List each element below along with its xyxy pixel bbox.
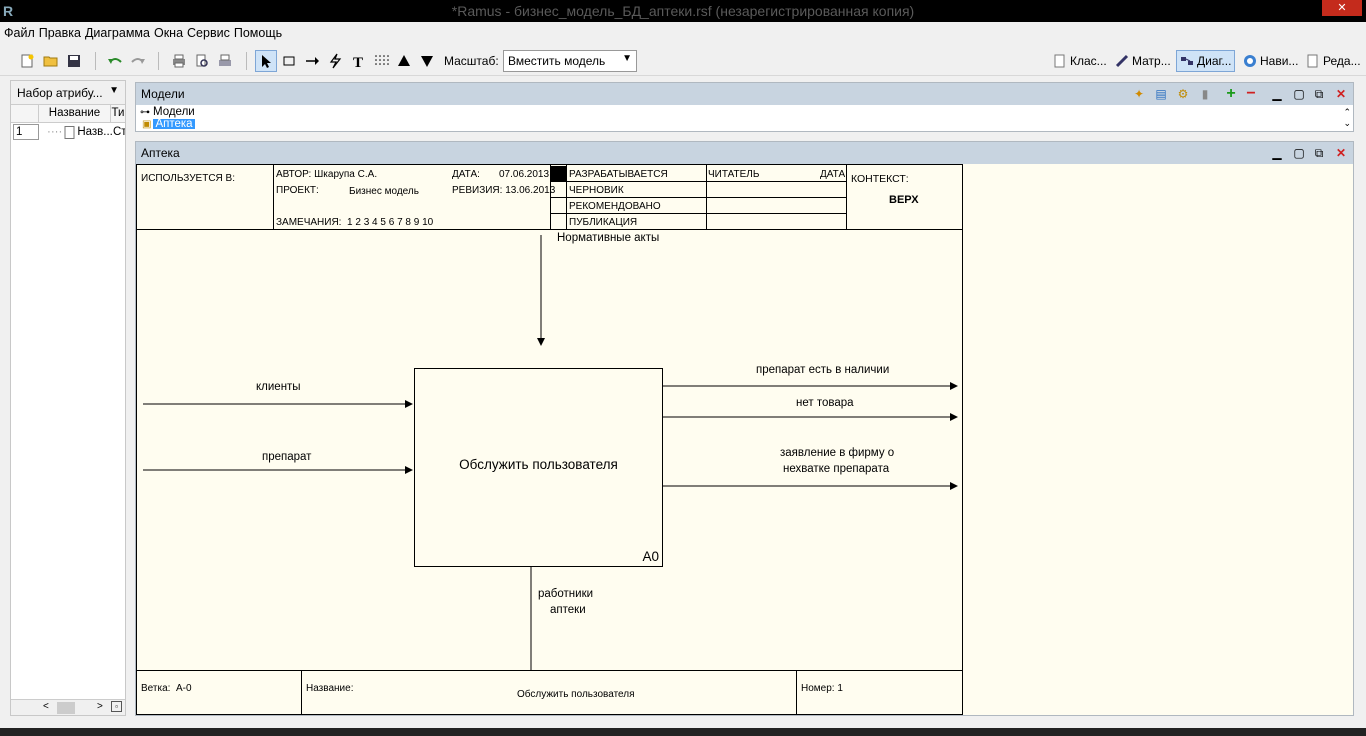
- redo-icon[interactable]: [127, 50, 149, 72]
- output-label-available[interactable]: препарат есть в наличии: [756, 364, 889, 376]
- control-label[interactable]: Нормативные акты: [557, 232, 659, 244]
- view-tab-navigator[interactable]: Нави...: [1240, 50, 1301, 72]
- minimize-icon[interactable]: ▁: [1269, 86, 1285, 102]
- chevron-down-icon: ▼: [109, 85, 119, 96]
- remove-minus-icon[interactable]: −: [1243, 86, 1259, 102]
- tree-root-icon: ⊶: [140, 106, 150, 118]
- view-tab-editor[interactable]: Реда...: [1303, 50, 1364, 72]
- attributes-table-header: Название Ти: [11, 105, 125, 123]
- function-box-a0[interactable]: Обслужить пользователя A0: [414, 368, 663, 567]
- chevron-left-icon[interactable]: <: [43, 701, 49, 712]
- diagram-window: Аптека ▁ ▢ ⧉ ✕ ИСПОЛЬЗУЕТСЯ В: АВТОР: Шк…: [135, 141, 1354, 716]
- models-panel: Модели ✦ ▤ ⚙ ▮ + − ▁ ▢ ⧉ ✕ ⊶ Модели ▣ Ап…: [135, 82, 1354, 132]
- open-folder-icon[interactable]: [40, 50, 62, 72]
- models-scrollbar[interactable]: ⌃ ⌄: [1343, 107, 1351, 129]
- model-folder-icon: ▣: [142, 119, 152, 129]
- delete-trash-icon[interactable]: ▮: [1197, 86, 1213, 102]
- navigator-icon: [1244, 55, 1256, 67]
- close-icon[interactable]: ✕: [1333, 145, 1349, 161]
- expand-icon[interactable]: ▫: [111, 701, 122, 712]
- go-down-level-icon[interactable]: [416, 50, 438, 72]
- input-label-clients[interactable]: клиенты: [256, 381, 301, 393]
- mechanism-label-line1[interactable]: работники: [538, 588, 593, 600]
- save-icon[interactable]: [63, 50, 85, 72]
- minimize-icon[interactable]: ▁: [1269, 145, 1285, 161]
- menu-windows[interactable]: Окна: [154, 26, 187, 40]
- add-text-icon[interactable]: T: [347, 50, 369, 72]
- float-window-icon[interactable]: ⧉: [1311, 86, 1327, 102]
- menu-service[interactable]: Сервис: [187, 26, 234, 40]
- idef0-frame: ИСПОЛЬЗУЕТСЯ В: АВТОР: Шкарупа С.А. ПРОЕ…: [136, 164, 963, 715]
- attributes-set-select[interactable]: Набор атрибу... ▼: [11, 81, 125, 105]
- tree-item-models[interactable]: ⊶ Модели: [136, 105, 1353, 119]
- column-name[interactable]: Название: [39, 105, 111, 122]
- menu-file[interactable]: Файл: [4, 26, 39, 40]
- table-row[interactable]: 1 ···· Назв... Ст: [11, 123, 125, 141]
- float-window-icon[interactable]: ⧉: [1311, 145, 1327, 161]
- select-pointer-icon[interactable]: [255, 50, 277, 72]
- undo-icon[interactable]: [104, 50, 126, 72]
- title-bar: R *Ramus - бизнес_модель_БД_аптеки.rsf (…: [0, 0, 1366, 22]
- maximize-icon[interactable]: ▢: [1291, 145, 1307, 161]
- add-arrow-icon[interactable]: [301, 50, 323, 72]
- output-label-request-line2[interactable]: нехватке препарата: [783, 463, 889, 475]
- mechanism-label-line2[interactable]: аптеки: [550, 604, 586, 616]
- svg-text:T: T: [353, 55, 363, 69]
- zoom-value: Вместить модель: [508, 54, 606, 68]
- chevron-down-icon: ▼: [622, 53, 632, 64]
- function-name: Обслужить пользователя: [459, 457, 618, 472]
- go-up-level-icon[interactable]: [393, 50, 415, 72]
- menu-help[interactable]: Помощь: [234, 26, 286, 40]
- print-icon[interactable]: [168, 50, 190, 72]
- add-plus-icon[interactable]: +: [1223, 86, 1239, 102]
- os-taskbar: [0, 728, 1366, 736]
- close-icon[interactable]: ✕: [1333, 86, 1349, 102]
- column-type[interactable]: Ти: [111, 105, 125, 122]
- view-tab-classifiers[interactable]: Клас...: [1050, 50, 1110, 72]
- zoom-select[interactable]: Вместить модель ▼: [503, 50, 637, 72]
- attributes-scrollbar[interactable]: < > ▫: [11, 699, 125, 715]
- function-number: A0: [642, 549, 659, 564]
- open-model-icon[interactable]: ▤: [1153, 86, 1169, 102]
- settings-gear-icon[interactable]: ⚙: [1175, 86, 1191, 102]
- editor-icon: [1307, 54, 1318, 68]
- window-close-button[interactable]: ✕: [1322, 0, 1362, 16]
- models-panel-title: Модели ✦ ▤ ⚙ ▮ + − ▁ ▢ ⧉ ✕: [136, 83, 1353, 105]
- zoom-label: Масштаб:: [444, 54, 499, 68]
- add-function-box-icon[interactable]: [278, 50, 300, 72]
- tunnel-arrow-icon[interactable]: [324, 50, 346, 72]
- chevron-right-icon[interactable]: >: [97, 701, 103, 712]
- menu-bar: Файл Правка Диаграмма Окна Сервис Помощь: [0, 22, 1366, 44]
- matrix-icon: [1115, 54, 1129, 68]
- output-label-request-line1[interactable]: заявление в фирму о: [780, 447, 894, 459]
- new-model-icon[interactable]: ✦: [1131, 86, 1147, 102]
- new-file-icon[interactable]: [16, 50, 38, 72]
- grid-icon[interactable]: [370, 50, 392, 72]
- print-preview-icon[interactable]: [191, 50, 213, 72]
- tree-item-apteka[interactable]: ▣ Аптека: [136, 119, 1353, 129]
- diagram-window-title: Аптека ▁ ▢ ⧉ ✕: [136, 142, 1353, 164]
- document-icon: [64, 125, 75, 139]
- maximize-icon[interactable]: ▢: [1291, 86, 1307, 102]
- page-setup-icon[interactable]: [214, 50, 236, 72]
- input-label-drug[interactable]: препарат: [262, 451, 311, 463]
- output-label-out-of-stock[interactable]: нет товара: [796, 397, 854, 409]
- diagram-icon: [1181, 57, 1193, 65]
- menu-diagram[interactable]: Диаграмма: [85, 26, 154, 40]
- menu-edit[interactable]: Правка: [39, 26, 85, 40]
- classifier-icon: [1054, 54, 1065, 68]
- view-tab-matrix[interactable]: Матр...: [1112, 50, 1174, 72]
- attributes-panel: Набор атрибу... ▼ Название Ти 1 ···· Наз…: [10, 80, 126, 716]
- window-title: *Ramus - бизнес_модель_БД_аптеки.rsf (не…: [451, 3, 915, 19]
- view-tab-diagrams[interactable]: Диаг...: [1176, 50, 1236, 72]
